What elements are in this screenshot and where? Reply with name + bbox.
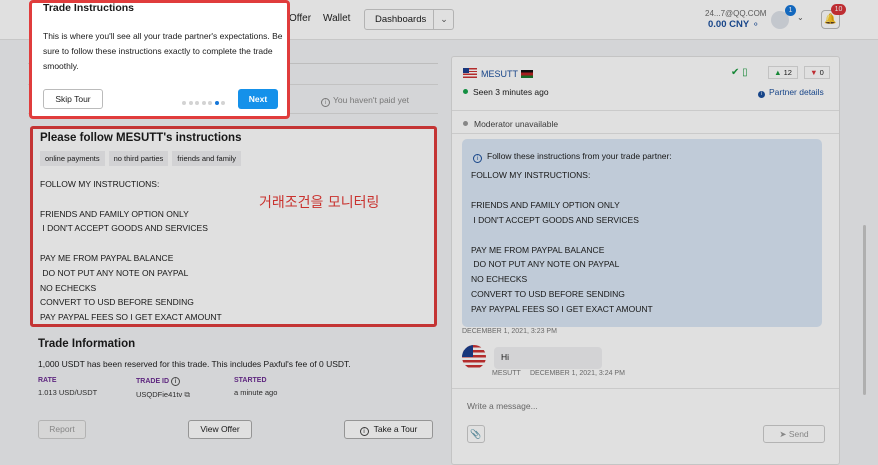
send-icon: ➤ <box>779 429 787 439</box>
info-icon[interactable]: i <box>171 377 181 386</box>
trade-id-label: TRADE ID <box>136 378 170 385</box>
tour-step-dot <box>208 101 212 105</box>
info-icon: i <box>321 98 330 107</box>
trade-information: Trade Information 1,000 USDT has been re… <box>38 338 438 399</box>
account-email: 24...7@QQ.COM <box>705 9 767 18</box>
thumbs-up-value: 12 <box>783 68 792 77</box>
paperclip-icon[interactable]: 📎 <box>467 425 485 443</box>
message-time: DECEMBER 1, 2021, 3:24 PM <box>530 370 625 377</box>
tour-popover: Trade Instructions This is where you'll … <box>29 0 290 119</box>
chat-timestamp: DECEMBER 1, 2021, 3:23 PM <box>462 328 557 335</box>
avatar-badge: 1 <box>785 5 796 16</box>
dashboards-label: Dashboards <box>375 14 427 25</box>
partner-last-seen: Seen 3 minutes ago <box>463 87 549 97</box>
payment-status: i You haven't paid yet <box>321 95 409 107</box>
instructions-text: FOLLOW MY INSTRUCTIONS: FRIENDS AND FAMI… <box>40 179 222 323</box>
chat-message-bubble: Hi <box>494 347 602 369</box>
chat-scrollbar[interactable] <box>863 225 866 395</box>
tour-step-dot <box>188 101 193 105</box>
rate-field: RATE 1.013 USD/USDT <box>38 377 97 397</box>
trade-id-value: USQDFie41tv <box>136 390 183 399</box>
partner-details-link[interactable]: i Partner details <box>758 87 824 98</box>
partner-details-label: Partner details <box>769 87 824 97</box>
thumbs-up-count: ▲ 12 <box>768 66 798 79</box>
tour-step-dot <box>201 101 206 105</box>
account-balance: 0.00 CNY <box>708 19 750 30</box>
send-label: Send <box>788 429 809 439</box>
kenya-flag-icon <box>521 70 533 78</box>
chevron-down-icon[interactable]: ⌄ <box>797 13 804 22</box>
hide-balance-icon[interactable]: ⚬ <box>752 19 760 30</box>
instruction-tags: online payments no third parties friends a… <box>40 151 245 166</box>
nav-offer-link[interactable]: Offer <box>289 13 311 24</box>
started-value: a minute ago <box>234 388 278 397</box>
unpaid-text: You haven't paid yet <box>333 95 409 105</box>
status-dot-icon <box>463 121 468 126</box>
rate-value: 1.013 USD/USDT <box>38 388 98 397</box>
partner-instructions-box: Please follow MESUTT's instructions onli… <box>30 126 437 327</box>
take-tour-button[interactable]: i Take a Tour <box>344 420 433 439</box>
tour-step-dot <box>214 101 219 105</box>
started-label: STARTED <box>234 377 267 384</box>
divider <box>452 110 839 111</box>
tour-text: This is where you'll see all your trade … <box>43 31 283 71</box>
view-offer-button[interactable]: View Offer <box>188 420 252 439</box>
system-instructions-message: i Follow these instructions from your tra… <box>462 139 822 327</box>
moderator-text: Moderator unavailable <box>474 119 559 129</box>
info-icon: i <box>359 427 369 436</box>
started-field: STARTED a minute ago <box>234 377 277 397</box>
chat-instructions-body: FOLLOW MY INSTRUCTIONS: FRIENDS AND FAMI… <box>471 170 653 315</box>
tag-friends-and-family: friends and family <box>172 151 242 166</box>
message-sender: MESUTT <box>492 370 521 377</box>
rate-label: RATE <box>38 377 57 384</box>
thumbs-down-value: 0 <box>819 68 824 77</box>
annotation-note: 거래조건을 모니터링 <box>259 195 380 211</box>
tag-no-third-parties: no third parties <box>108 151 169 166</box>
thumbs-up-icon: ▲ <box>774 68 782 77</box>
partner-name-link[interactable]: MESUTT <box>481 69 518 79</box>
take-tour-label: Take a Tour <box>373 424 418 434</box>
chevron-down-icon: ⌄ <box>433 10 454 29</box>
tour-step-dot <box>182 101 186 105</box>
trade-info-title: Trade Information <box>38 338 136 350</box>
tour-title: Trade Instructions <box>43 2 135 14</box>
tour-step-dot <box>221 101 225 105</box>
message-composer: 📎 ➤ Send <box>452 389 839 464</box>
divider <box>452 133 839 134</box>
chat-panel: MESUTT Seen 3 minutes ago ✔ ▯ ▲ 12 ▼ 0 i… <box>451 56 840 465</box>
partner-avatar <box>462 345 486 369</box>
send-button[interactable]: ➤ Send <box>763 425 825 443</box>
us-flag-icon <box>463 68 477 78</box>
report-button[interactable]: Report <box>38 420 86 439</box>
trade-info-description: 1,000 USDT has been reserved for this tr… <box>38 359 351 369</box>
info-icon: i <box>473 154 482 163</box>
moderator-status: Moderator unavailable <box>463 119 558 129</box>
thumbs-down-count: ▼ 0 <box>804 66 830 79</box>
tag-online-payments: online payments <box>40 151 105 166</box>
chat-instructions-header: i Follow these instructions from your tra… <box>473 151 672 163</box>
skip-tour-button[interactable]: Skip Tour <box>43 89 103 109</box>
online-dot-icon <box>463 89 468 94</box>
trade-id-field: TRADE ID i USQDFie41tv ⧉ <box>136 377 190 400</box>
instructions-title: Please follow MESUTT's instructions <box>40 132 242 144</box>
message-input[interactable] <box>467 401 787 411</box>
dashboards-dropdown[interactable]: Dashboards ⌄ <box>364 9 454 30</box>
next-button[interactable]: Next <box>238 89 278 109</box>
verified-icons: ✔ ▯ <box>731 67 748 78</box>
thumbs-down-icon: ▼ <box>810 68 818 77</box>
chat-header-text: Follow these instructions from your trad… <box>487 151 672 161</box>
last-seen-text: Seen 3 minutes ago <box>473 87 549 97</box>
copy-icon[interactable]: ⧉ <box>184 390 190 399</box>
notifications-badge: 10 <box>831 4 846 15</box>
nav-wallet-link[interactable]: Wallet <box>323 13 350 24</box>
info-icon: i <box>758 91 765 98</box>
tour-step-dot <box>195 101 199 105</box>
tour-progress-dots <box>182 97 228 107</box>
